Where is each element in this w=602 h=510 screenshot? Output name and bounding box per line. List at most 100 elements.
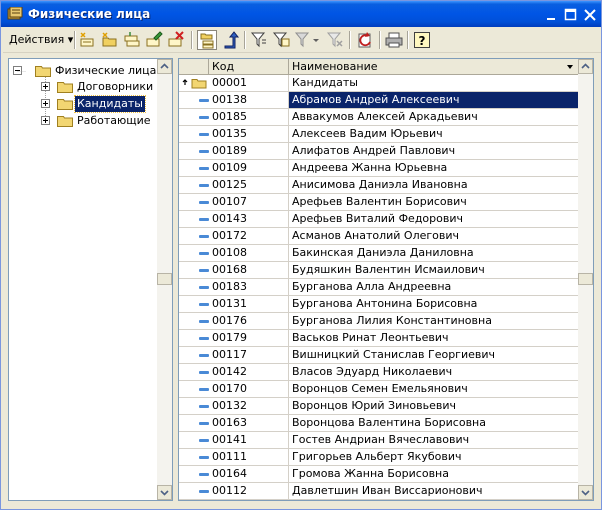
- title-bar[interactable]: Физические лица: [1, 1, 601, 27]
- sort-descending-icon: [567, 65, 573, 69]
- name-cell: Абрамов Андрей Алексеевич: [289, 92, 579, 109]
- print-icon[interactable]: [384, 30, 404, 50]
- code-cell: 00141: [209, 432, 289, 449]
- table-row[interactable]: 00189 Алифатов Андрей Павлович: [179, 143, 579, 160]
- folder-tree[interactable]: Физические лица Договорники Кандидаты Ра…: [8, 58, 173, 501]
- close-icon[interactable]: [583, 8, 597, 22]
- row-icon-cell: [179, 313, 209, 330]
- table-row[interactable]: 00143 Арефьев Виталий Федорович: [179, 211, 579, 228]
- table-row[interactable]: 00138 Абрамов Андрей Алексеевич: [179, 92, 579, 109]
- header-code[interactable]: Код: [209, 59, 289, 75]
- tree-item-employees[interactable]: Работающие: [41, 113, 166, 129]
- hierarchy-button[interactable]: [197, 30, 217, 50]
- element-icon: [199, 269, 209, 272]
- table-row[interactable]: 00172 Асманов Анатолий Олегович: [179, 228, 579, 245]
- table-row[interactable]: 00179 Васьков Ринат Леонтьевич: [179, 330, 579, 347]
- window-title: Физические лица: [28, 7, 151, 21]
- table-row[interactable]: 00170 Воронцов Семен Емельянович: [179, 381, 579, 398]
- element-icon: [199, 167, 209, 170]
- add-icon[interactable]: [78, 30, 98, 50]
- table-row[interactable]: 00164 Громова Жанна Борисовна: [179, 466, 579, 483]
- name-cell: Воронцова Валентина Борисовна: [289, 415, 579, 432]
- tree-root-label: Физические лица: [55, 64, 157, 77]
- scroll-thumb[interactable]: [157, 273, 172, 285]
- maximize-icon[interactable]: [564, 8, 578, 22]
- tree-item-candidates[interactable]: Кандидаты: [41, 95, 166, 113]
- edit-icon[interactable]: [144, 30, 164, 50]
- header-name-label: Наименование: [292, 60, 378, 73]
- scroll-up-button[interactable]: [578, 59, 593, 74]
- delete-icon[interactable]: [166, 30, 186, 50]
- scroll-down-button[interactable]: [578, 485, 593, 500]
- name-cell: Давлетшин Иван Виссарионович: [289, 483, 579, 500]
- add-folder-icon[interactable]: [100, 30, 120, 50]
- table-row[interactable]: 00185 Аввакумов Алексей Аркадьевич: [179, 109, 579, 126]
- code-cell: 00125: [209, 177, 289, 194]
- expand-icon[interactable]: [41, 116, 50, 125]
- table-row[interactable]: 00135 Алексеев Вадим Юрьевич: [179, 126, 579, 143]
- element-icon: [199, 422, 209, 425]
- toolbar-separator: [191, 31, 193, 49]
- name-cell: Асманов Анатолий Олегович: [289, 228, 579, 245]
- table-row[interactable]: 00142 Власов Эдуард Николаевич: [179, 364, 579, 381]
- name-cell: Будяшкин Валентин Исмаилович: [289, 262, 579, 279]
- table-row[interactable]: 00112 Давлетшин Иван Виссарионович: [179, 483, 579, 500]
- row-icon-cell: [179, 381, 209, 398]
- table-scrollbar[interactable]: [578, 59, 593, 500]
- svg-text:?: ?: [419, 34, 426, 48]
- element-icon: [199, 99, 209, 102]
- row-icon-cell: [179, 415, 209, 432]
- up-level-icon[interactable]: [220, 30, 240, 50]
- element-icon: [199, 150, 209, 153]
- name-cell: Бурганова Лилия Константиновна: [289, 313, 579, 330]
- toolbar-separator: [349, 31, 351, 49]
- actions-menu-button[interactable]: Действия ▾: [7, 31, 75, 49]
- copy-icon[interactable]: [122, 30, 142, 50]
- table-row[interactable]: 00183 Бурганова Алла Андреевна: [179, 279, 579, 296]
- row-icon-cell: [179, 466, 209, 483]
- clear-filter-icon[interactable]: [325, 30, 345, 50]
- row-icon-cell: [179, 245, 209, 262]
- table-row[interactable]: 00107 Арефьев Валентин Борисович: [179, 194, 579, 211]
- scroll-down-button[interactable]: [157, 485, 172, 500]
- table-row[interactable]: 00163 Воронцова Валентина Борисовна: [179, 415, 579, 432]
- table-row[interactable]: 00141 Гостев Андриан Вячеславович: [179, 432, 579, 449]
- name-cell: Андреева Жанна Юрьевна: [289, 160, 579, 177]
- tree-item-contractors[interactable]: Договорники: [41, 79, 166, 95]
- filter-icon[interactable]: [249, 30, 269, 50]
- header-name[interactable]: Наименование: [289, 59, 579, 75]
- code-cell: 00164: [209, 466, 289, 483]
- expand-icon[interactable]: [41, 99, 50, 108]
- table-row[interactable]: 00176 Бурганова Лилия Константиновна: [179, 313, 579, 330]
- table-row[interactable]: 00108 Бакинская Даниэла Даниловна: [179, 245, 579, 262]
- help-icon[interactable]: ?: [412, 30, 432, 50]
- table-row-parent[interactable]: 00001 Кандидаты: [179, 75, 579, 92]
- filter-value-icon[interactable]: [271, 30, 291, 50]
- table-row[interactable]: 00168 Будяшкин Валентин Исмаилович: [179, 262, 579, 279]
- table-row[interactable]: 00117 Вишницкий Станислав Георгиевич: [179, 347, 579, 364]
- toolbar: Действия ▾ ?: [3, 27, 601, 53]
- row-icon-cell: [179, 177, 209, 194]
- row-icon-cell: [179, 228, 209, 245]
- tree-scrollbar[interactable]: [157, 59, 172, 500]
- element-icon: [199, 201, 209, 204]
- row-icon-cell: [179, 262, 209, 279]
- filter-history-icon[interactable]: [293, 30, 321, 50]
- chevron-down-icon: ▾: [67, 33, 74, 46]
- element-icon: [199, 354, 209, 357]
- list-table[interactable]: Код Наименование 00001 Кандидаты 00138 Аб…: [178, 58, 594, 501]
- table-row[interactable]: 00109 Андреева Жанна Юрьевна: [179, 160, 579, 177]
- code-cell: 00132: [209, 398, 289, 415]
- row-icon-cell: [179, 109, 209, 126]
- table-row[interactable]: 00132 Воронцов Юрий Зиновьевич: [179, 398, 579, 415]
- scroll-thumb[interactable]: [578, 273, 593, 285]
- minimize-icon[interactable]: [545, 8, 559, 22]
- expand-icon[interactable]: [41, 82, 50, 91]
- refresh-icon[interactable]: [355, 30, 375, 50]
- table-row[interactable]: 00125 Анисимова Даниэла Ивановна: [179, 177, 579, 194]
- row-icon-cell: [179, 398, 209, 415]
- table-row[interactable]: 00111 Григорьев Альберт Якубович: [179, 449, 579, 466]
- chevron-down-icon: [581, 490, 590, 496]
- scroll-up-button[interactable]: [157, 59, 172, 74]
- table-row[interactable]: 00131 Бурганова Антонина Борисовна: [179, 296, 579, 313]
